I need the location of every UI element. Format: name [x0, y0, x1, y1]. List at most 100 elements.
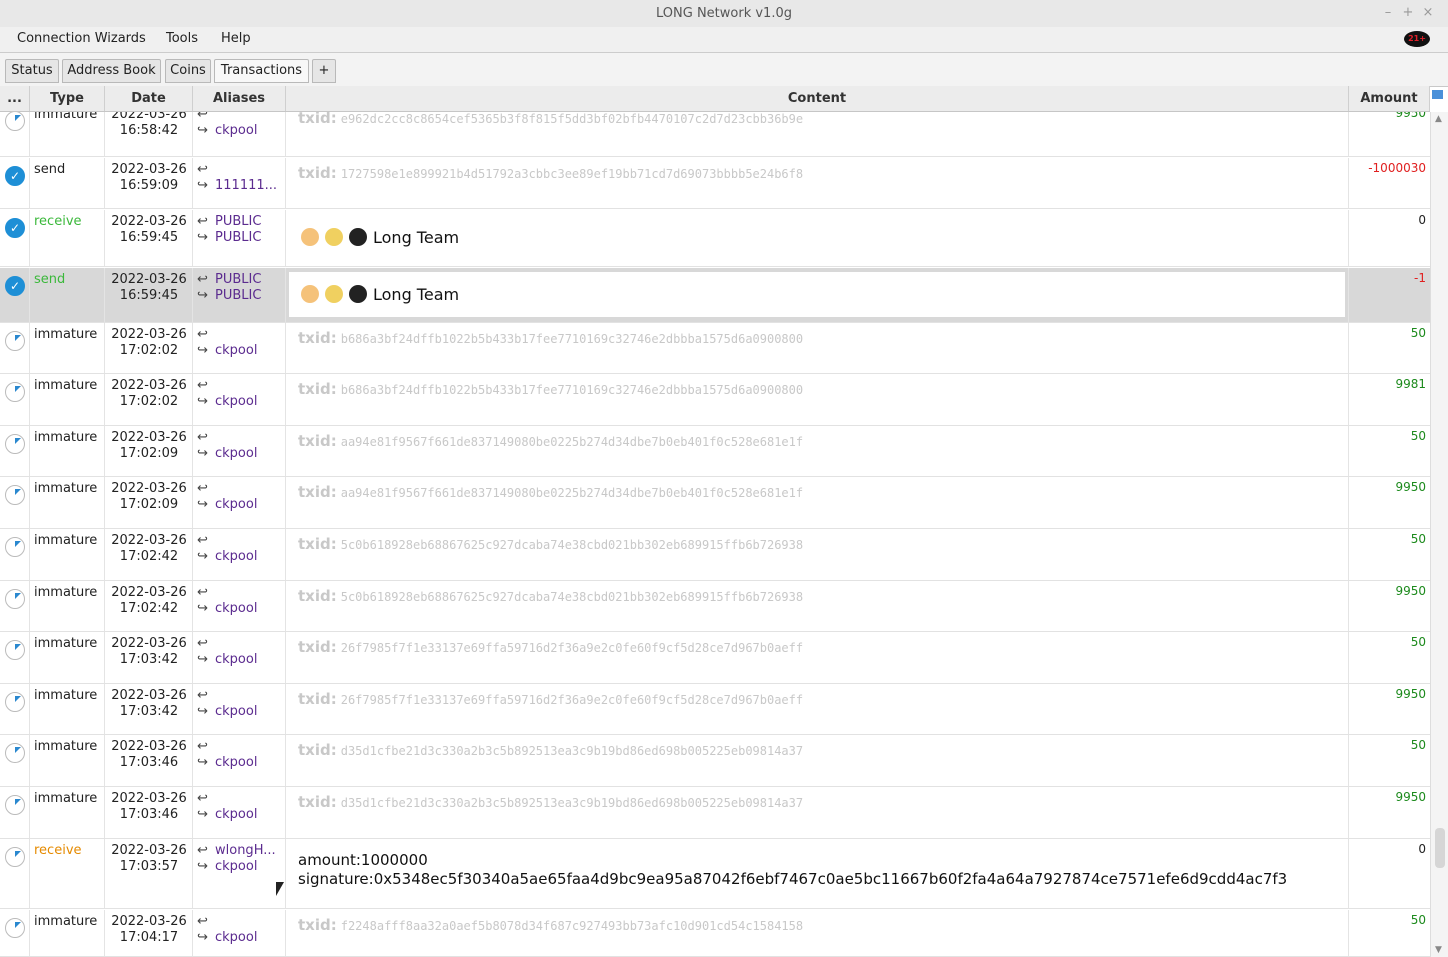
tx-aliases: ↩ PUBLIC ↪ PUBLIC	[197, 214, 261, 246]
table-row[interactable]: ✓ send 2022-03-26 16:59:09 ↩ ↪ 111111... txid: 1…	[0, 158, 1430, 209]
table-row[interactable]: receive 2022-03-26 17:03:57 ↩ wlongH... ↪ ckpo…	[0, 839, 1430, 909]
tx-aliases: ↩ ↪ ckpool	[197, 914, 257, 946]
person-emoji-icon	[301, 228, 319, 246]
maximize-button[interactable]: +	[1400, 5, 1416, 21]
close-button[interactable]: ×	[1420, 5, 1436, 21]
table-row[interactable]: ✓ send 2022-03-26 16:59:45 ↩ PUBLIC ↪ PUBLIC Lon…	[0, 268, 1430, 323]
sender-alias[interactable]: PUBLIC	[215, 214, 261, 229]
tx-content-txid: txid: 26f7985f7f1e33137e69ffa59716d2f36a9…	[289, 636, 1345, 678]
tx-type: immature	[34, 914, 98, 929]
tx-aliases: ↩ wlongH... ↪ ckpool	[197, 843, 276, 875]
table-row[interactable]: immature 2022-03-26 16:58:42 ↩ ↪ ckpool txid: e…	[0, 112, 1430, 157]
table-row[interactable]: immature 2022-03-26 17:02:42 ↩ ↪ ckpool txid: 5…	[0, 529, 1430, 581]
tx-aliases: ↩ ↪ ckpool	[197, 533, 257, 565]
column-header-aliases[interactable]: Aliases	[193, 86, 286, 111]
tx-content-message: Long Team	[289, 214, 1345, 261]
tx-date-time: 17:03:46	[119, 755, 179, 770]
column-divider	[29, 910, 30, 956]
tx-date-day: 2022-03-26	[111, 636, 187, 651]
receiver-alias[interactable]: ckpool	[215, 123, 257, 138]
tx-date-day: 2022-03-26	[111, 585, 187, 600]
sender-alias[interactable]: PUBLIC	[215, 272, 261, 287]
receiver-alias[interactable]: ckpool	[215, 704, 257, 719]
receiver-alias[interactable]: PUBLIC	[215, 288, 261, 303]
column-divider	[285, 787, 286, 838]
tab-coins[interactable]: Coins	[165, 59, 211, 83]
receiver-alias[interactable]: ckpool	[215, 497, 257, 512]
column-divider	[1348, 684, 1349, 734]
vertical-scrollbar[interactable]: ▲ ▼	[1430, 112, 1448, 957]
column-divider	[285, 839, 286, 908]
tx-date-day: 2022-03-26	[111, 481, 187, 496]
receiver-alias[interactable]: 111111...	[215, 178, 277, 193]
tx-aliases: ↩ PUBLIC ↪ PUBLIC	[197, 272, 261, 304]
table-row[interactable]: immature 2022-03-26 17:02:09 ↩ ↪ ckpool txid: a…	[0, 426, 1430, 477]
tab-address-book[interactable]: Address Book	[62, 59, 161, 83]
table-row[interactable]: immature 2022-03-26 17:03:42 ↩ ↪ ckpool txid: 2…	[0, 684, 1430, 735]
menu-tools[interactable]: Tools	[166, 31, 198, 46]
menu-help[interactable]: Help	[221, 31, 251, 46]
signature-line: signature:0x5348ec5f30340a5ae65faa4d9bc9…	[298, 870, 1288, 888]
receiver-alias[interactable]: PUBLIC	[215, 230, 261, 245]
tab-status[interactable]: Status	[5, 59, 59, 83]
minimize-button[interactable]: –	[1380, 5, 1396, 21]
sender-alias[interactable]: wlongH...	[215, 843, 276, 858]
column-header-content[interactable]: Content	[286, 86, 1349, 111]
tx-aliases: ↩ ↪ ckpool	[197, 327, 257, 359]
add-tab-button[interactable]: +	[312, 59, 336, 83]
receiver-alias[interactable]: ckpool	[215, 343, 257, 358]
txid-value: aa94e81f9567f661de837149080be0225b274d34…	[340, 435, 804, 449]
receiver-alias[interactable]: ckpool	[215, 807, 257, 822]
column-divider	[104, 210, 105, 266]
table-row[interactable]: immature 2022-03-26 17:02:02 ↩ ↪ ckpool txid: b…	[0, 323, 1430, 374]
receiver-alias[interactable]: ckpool	[215, 394, 257, 409]
mail-icon[interactable]	[1432, 90, 1443, 99]
column-header-type[interactable]: Type	[30, 86, 105, 111]
reply-arrow-icon: ↩	[197, 688, 208, 703]
scrollbar-thumb[interactable]	[1435, 828, 1445, 868]
table-row[interactable]: immature 2022-03-26 17:03:42 ↩ ↪ ckpool txid: 2…	[0, 632, 1430, 684]
tx-date-day: 2022-03-26	[111, 739, 187, 754]
column-divider	[29, 581, 30, 631]
tx-date-time: 17:03:42	[119, 704, 179, 719]
forward-arrow-icon: ↪	[197, 288, 208, 303]
tx-date: 2022-03-26 17:02:02	[109, 327, 189, 359]
person-emoji-icon	[325, 228, 343, 246]
column-divider	[1348, 158, 1349, 208]
column-divider	[1348, 477, 1349, 528]
menu-connection-wizards[interactable]: Connection Wizards	[17, 31, 146, 46]
amount-line: amount:1000000	[298, 851, 428, 869]
tab-transactions[interactable]: Transactions	[214, 59, 309, 83]
table-row[interactable]: immature 2022-03-26 17:02:09 ↩ ↪ ckpool txid: a…	[0, 477, 1430, 529]
receiver-alias[interactable]: ckpool	[215, 652, 257, 667]
table-row[interactable]: immature 2022-03-26 17:03:46 ↩ ↪ ckpool txid: d…	[0, 787, 1430, 839]
tx-type: immature	[34, 481, 98, 496]
column-divider	[29, 787, 30, 838]
txid-label: txid:	[298, 380, 337, 398]
column-header-date[interactable]: Date	[105, 86, 193, 111]
column-divider	[192, 268, 193, 322]
receiver-alias[interactable]: ckpool	[215, 549, 257, 564]
tx-date-day: 2022-03-26	[111, 688, 187, 703]
tx-type: send	[34, 272, 66, 287]
table-row[interactable]: immature 2022-03-26 17:03:46 ↩ ↪ ckpool txid: d…	[0, 735, 1430, 787]
confirmed-check-icon: ✓	[5, 218, 25, 238]
scroll-up-icon[interactable]: ▲	[1435, 114, 1442, 124]
tx-date-day: 2022-03-26	[111, 430, 187, 445]
txid-value: 26f7985f7f1e33137e69ffa59716d2f36a9e2c0f…	[340, 641, 804, 655]
txid-value: aa94e81f9567f661de837149080be0225b274d34…	[340, 486, 804, 500]
table-row[interactable]: ✓ receive 2022-03-26 16:59:45 ↩ PUBLIC ↪ PUBLIC…	[0, 210, 1430, 267]
receiver-alias[interactable]: ckpool	[215, 755, 257, 770]
scroll-down-icon[interactable]: ▼	[1435, 945, 1442, 955]
column-header-amount[interactable]: Amount	[1349, 86, 1430, 111]
receiver-alias[interactable]: ckpool	[215, 446, 257, 461]
column-header-options[interactable]: ...	[0, 86, 30, 111]
tx-content-signature: amount:1000000 signature:0x5348ec5f30340a…	[289, 851, 1345, 905]
table-row[interactable]: immature 2022-03-26 17:04:17 ↩ ↪ ckpool txid: f…	[0, 910, 1430, 957]
receiver-alias[interactable]: ckpool	[215, 859, 257, 874]
table-row[interactable]: immature 2022-03-26 17:02:42 ↩ ↪ ckpool txid: 5…	[0, 581, 1430, 632]
receiver-alias[interactable]: ckpool	[215, 930, 257, 945]
column-divider	[104, 632, 105, 683]
table-row[interactable]: immature 2022-03-26 17:02:02 ↩ ↪ ckpool txid: b…	[0, 374, 1430, 426]
receiver-alias[interactable]: ckpool	[215, 601, 257, 616]
